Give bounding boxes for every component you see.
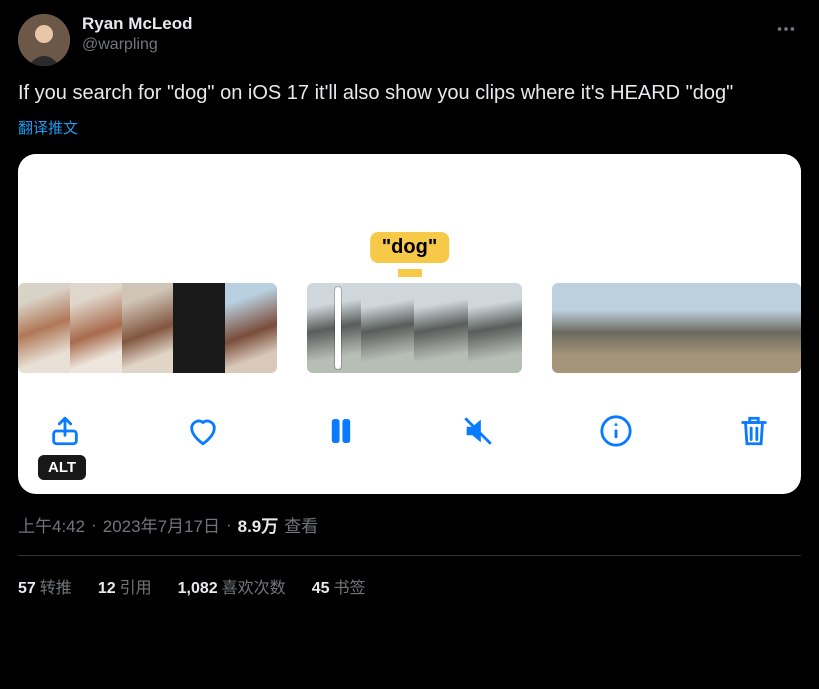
clip-thumb[interactable] <box>70 283 122 373</box>
clip-thumb[interactable] <box>173 283 225 373</box>
avatar[interactable] <box>18 14 70 66</box>
clip-group[interactable] <box>18 283 277 373</box>
retweets-count: 57 <box>18 580 36 597</box>
clip-thumb[interactable] <box>468 283 522 373</box>
likes-stat[interactable]: 1,082喜欢次数 <box>178 574 286 598</box>
clip-thumb[interactable] <box>122 283 174 373</box>
separator: · <box>226 515 232 535</box>
clip-thumb[interactable] <box>759 283 801 373</box>
clip-thumb[interactable] <box>225 283 277 373</box>
alt-badge[interactable]: ALT <box>38 455 86 480</box>
tweet-container: Ryan McLeod @warpling If you search for … <box>0 0 819 598</box>
tweet-header: Ryan McLeod @warpling <box>18 14 801 66</box>
quotes-label: 引用 <box>120 580 152 597</box>
clip-thumb[interactable] <box>718 283 760 373</box>
handle[interactable]: @warpling <box>82 36 193 54</box>
quotes-stat[interactable]: 12引用 <box>98 574 152 598</box>
caption-tag: "dog" <box>370 232 450 263</box>
author-block: Ryan McLeod @warpling <box>82 14 193 54</box>
separator: · <box>91 515 97 535</box>
retweets-stat[interactable]: 57转推 <box>18 574 72 598</box>
clip-thumb[interactable] <box>361 283 415 373</box>
bookmarks-stat[interactable]: 45书签 <box>312 574 366 598</box>
playhead-marker <box>398 269 422 277</box>
media-top: "dog" <box>18 154 801 280</box>
views-count: 8.9万 <box>238 512 279 537</box>
clip-thumb[interactable] <box>552 283 594 373</box>
clip-thumb[interactable] <box>18 283 70 373</box>
clip-group[interactable] <box>552 283 801 373</box>
display-name[interactable]: Ryan McLeod <box>82 14 193 34</box>
timeline[interactable] <box>18 280 801 376</box>
clip-thumb[interactable] <box>414 283 468 373</box>
clip-group[interactable] <box>307 283 522 373</box>
media-card[interactable]: "dog" <box>18 154 801 494</box>
views-label: 查看 <box>284 512 318 537</box>
translate-link[interactable]: 翻译推文 <box>18 117 801 138</box>
clip-thumb[interactable] <box>635 283 677 373</box>
tweet-meta: 上午4:42 · 2023年7月17日 · 8.9万 查看 <box>18 512 801 537</box>
info-icon[interactable] <box>599 414 633 448</box>
likes-label: 喜欢次数 <box>222 580 286 597</box>
mute-icon[interactable] <box>461 414 495 448</box>
likes-count: 1,082 <box>178 580 218 597</box>
quotes-count: 12 <box>98 580 116 597</box>
clip-thumb[interactable] <box>593 283 635 373</box>
date[interactable]: 2023年7月17日 <box>103 512 220 537</box>
more-menu[interactable] <box>771 14 801 49</box>
pause-icon[interactable] <box>324 414 358 448</box>
bookmarks-count: 45 <box>312 580 330 597</box>
media-toolbar <box>18 376 801 464</box>
trash-icon[interactable] <box>737 414 771 448</box>
bookmarks-label: 书签 <box>333 580 365 597</box>
time[interactable]: 上午4:42 <box>18 512 85 537</box>
stats-row: 57转推 12引用 1,082喜欢次数 45书签 <box>18 556 801 598</box>
retweets-label: 转推 <box>40 580 72 597</box>
clip-thumb[interactable] <box>307 283 361 373</box>
tweet-text: If you search for "dog" on iOS 17 it'll … <box>18 80 801 107</box>
clip-thumb[interactable] <box>676 283 718 373</box>
heart-icon[interactable] <box>186 414 220 448</box>
share-icon[interactable] <box>48 414 82 448</box>
scrubber-handle[interactable] <box>335 287 341 369</box>
